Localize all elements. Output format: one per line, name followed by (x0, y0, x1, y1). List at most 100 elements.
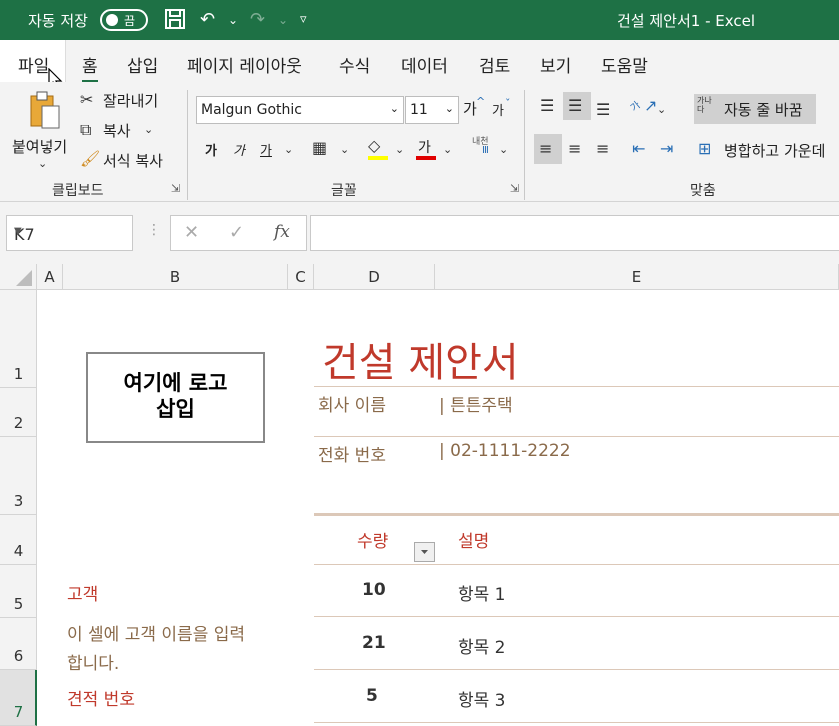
paste-button[interactable]: 붙여넣기 ⌄ (8, 88, 78, 172)
copy-dropdown-icon[interactable]: ⌄ (144, 120, 153, 140)
tab-insert[interactable]: 삽입 (127, 52, 158, 77)
wrap-text-icon: 가나다 (697, 96, 712, 114)
filter-dropdown-button[interactable] (414, 542, 435, 562)
undo-dropdown-icon[interactable]: ⌄ (228, 8, 238, 32)
font-color-button[interactable]: 가 (418, 137, 431, 157)
clipboard-launcher-icon[interactable]: ⇲ (171, 182, 180, 195)
align-right-icon[interactable]: ≡ (596, 139, 609, 159)
qty-header: 수량 (357, 532, 389, 552)
font-color-dropdown-icon[interactable]: ⌄ (443, 140, 452, 160)
align-bottom-icon[interactable]: ☰ (596, 100, 610, 120)
borders-dropdown-icon[interactable]: ⌄ (340, 140, 349, 160)
formula-input[interactable] (310, 215, 839, 251)
item-desc-1[interactable]: 항목 1 (458, 580, 506, 605)
font-name-select[interactable]: Malgun Gothic ⌄ (196, 96, 404, 124)
tab-review[interactable]: 검토 (479, 52, 510, 77)
logo-text-line2: 삽입 (156, 397, 195, 421)
underline-button[interactable]: 가 (260, 140, 272, 159)
row-header-4[interactable]: 4 (0, 515, 37, 565)
orientation-arrow-icon: ↗ (644, 96, 658, 115)
item-qty-3[interactable]: 5 (366, 686, 378, 706)
fill-color-icon[interactable]: ◇ (368, 136, 380, 156)
fill-color-dropdown-icon[interactable]: ⌄ (395, 140, 404, 160)
tab-formulas[interactable]: 수식 (339, 52, 370, 77)
customize-toolbar-icon[interactable]: ▿ (300, 8, 307, 32)
merge-center-icon: ⊞ (698, 139, 712, 158)
chevron-down-icon: ⌄ (444, 102, 454, 115)
logo-placeholder[interactable]: 여기에 로고 삽입 (86, 352, 265, 443)
name-box-dropdown-icon[interactable]: ▼ (14, 226, 126, 237)
column-header-d[interactable]: D (314, 264, 435, 290)
align-middle-icon[interactable]: ☰ (568, 96, 582, 116)
document-title: 건설 제안서1 - Excel (617, 12, 755, 30)
row-header-6[interactable]: 6 (0, 618, 37, 670)
save-icon[interactable] (164, 8, 186, 37)
phone-value[interactable]: | 02-1111-2222 (439, 441, 571, 461)
column-header-c[interactable]: C (288, 264, 314, 290)
tab-help[interactable]: 도움말 (601, 52, 648, 77)
grow-arrow-icon: ^ (476, 95, 486, 108)
tab-view[interactable]: 보기 (540, 52, 571, 77)
item-qty-1[interactable]: 10 (362, 580, 386, 600)
autosave-state: 끔 (124, 14, 136, 28)
item-qty-2[interactable]: 21 (362, 633, 386, 653)
tab-page-layout[interactable]: 페이지 레이아웃 (187, 52, 302, 77)
column-header-b[interactable]: B (63, 264, 288, 290)
column-header-e[interactable]: E (435, 264, 839, 290)
italic-button[interactable]: 가 (233, 140, 245, 159)
row-header-5[interactable]: 5 (0, 565, 37, 618)
item-desc-3[interactable]: 항목 3 (458, 686, 506, 711)
row-header-1[interactable]: 1 (0, 290, 37, 388)
undo-icon[interactable]: ↶ (200, 8, 215, 32)
title-bar: 자동 저장 끔 ↶ ⌄ ↷ ⌄ ▿ 건설 제안서1 - Excel (0, 0, 839, 40)
phonetic-dropdown-icon[interactable]: ⌄ (499, 140, 508, 160)
grow-font-button[interactable]: 가 (463, 98, 477, 119)
divider-line (314, 616, 839, 617)
align-left-icon[interactable]: ≡ (539, 139, 552, 159)
divider-line (314, 722, 839, 723)
borders-icon[interactable]: ▦ (312, 138, 327, 158)
toggle-knob (106, 14, 118, 26)
row-header-2[interactable]: 2 (0, 388, 37, 437)
item-desc-2[interactable]: 항목 2 (458, 633, 506, 658)
ribbon: 붙여넣기 ⌄ ✂ 잘라내기 ⧉ 복사 ⌄ 🖌 서식 복사 클립보드 ⇲ Malg… (0, 82, 839, 202)
insert-function-icon[interactable]: fx (274, 222, 290, 242)
cut-button[interactable]: 잘라내기 (103, 90, 158, 111)
select-all-corner[interactable] (0, 264, 37, 290)
name-box[interactable]: K7 ▼ (6, 215, 133, 251)
wrap-text-button[interactable]: 가나다 자동 줄 바꿈 (694, 94, 816, 124)
table-top-border (314, 513, 839, 516)
decrease-indent-icon[interactable]: ⇤ (632, 139, 645, 159)
customer-hint-line1[interactable]: 이 셀에 고객 이름을 입력 (67, 620, 245, 645)
redo-dropdown-icon[interactable]: ⌄ (278, 8, 288, 32)
row-header-3[interactable]: 3 (0, 437, 37, 515)
font-size-select[interactable]: 11 ⌄ (405, 96, 459, 124)
redo-icon[interactable]: ↷ (250, 8, 265, 32)
copy-button[interactable]: 복사 (103, 120, 131, 141)
underline-dropdown-icon[interactable]: ⌄ (284, 140, 293, 160)
cancel-icon[interactable]: ✕ (184, 222, 199, 243)
enter-icon[interactable]: ✓ (229, 222, 244, 243)
font-color-swatch (416, 156, 436, 160)
orientation-dropdown-icon[interactable]: ⌄ (657, 100, 666, 120)
align-top-icon[interactable]: ☰ (540, 96, 554, 116)
chevron-down-icon: ⌄ (389, 102, 399, 115)
tab-home[interactable]: 홈 (82, 52, 98, 83)
logo-text-line1: 여기에 로고 (123, 371, 228, 395)
tab-data[interactable]: 데이터 (401, 52, 448, 77)
row-header-7[interactable]: 7 (0, 670, 37, 726)
increase-indent-icon[interactable]: ⇥ (660, 139, 673, 159)
format-painter-button[interactable]: 서식 복사 (103, 150, 163, 171)
font-launcher-icon[interactable]: ⇲ (510, 182, 519, 195)
merge-center-button[interactable]: 병합하고 가운데 (724, 140, 825, 161)
company-value[interactable]: | 튼튼주택 (439, 391, 513, 416)
autosave-toggle[interactable]: 끔 (100, 9, 148, 31)
shrink-font-button[interactable]: 가 (492, 100, 504, 119)
phonetic-icon: Ⅲ (482, 145, 489, 156)
align-center-icon[interactable]: ≡ (568, 139, 581, 159)
column-header-a[interactable]: A (37, 264, 63, 290)
orientation-button[interactable]: 가 (626, 97, 643, 114)
customer-hint-line2[interactable]: 합니다. (67, 649, 119, 674)
filter-arrow-icon (421, 550, 428, 554)
bold-button[interactable]: 가 (205, 140, 217, 159)
